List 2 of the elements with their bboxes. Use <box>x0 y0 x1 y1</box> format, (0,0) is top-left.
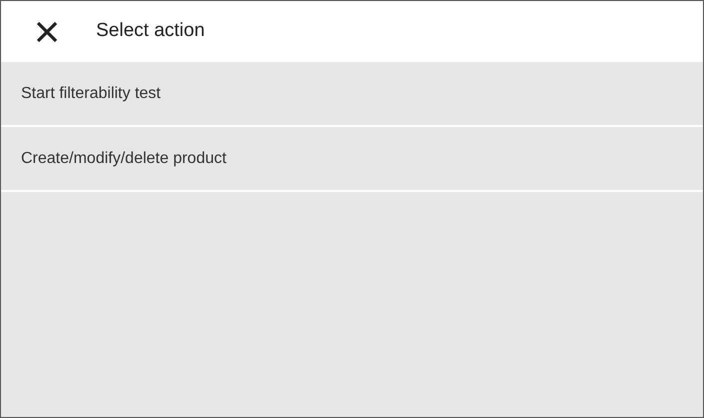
dialog-title: Select action <box>96 19 205 44</box>
close-icon <box>36 20 58 42</box>
